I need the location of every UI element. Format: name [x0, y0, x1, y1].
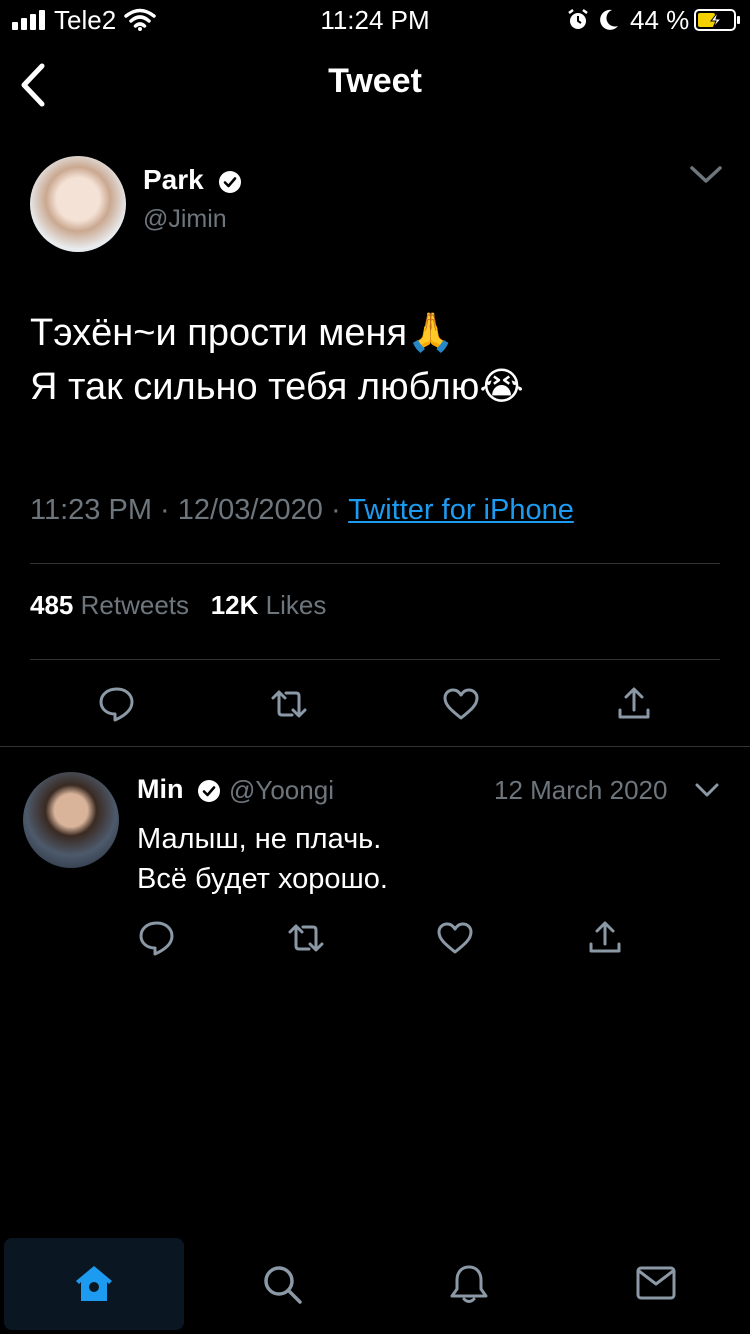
reply-text-line: Малыш, не плачь.: [137, 823, 382, 855]
tab-bar: [0, 1238, 750, 1334]
chevron-down-icon[interactable]: [694, 779, 720, 801]
tweet-stats: 485 Retweets 12K Likes: [30, 590, 326, 621]
meta-separator: ·: [330, 494, 349, 526]
author-name[interactable]: Park: [143, 164, 242, 196]
search-icon[interactable]: [260, 1262, 304, 1306]
reply-text-line: Всё будет хорошо.: [137, 863, 388, 895]
tweet-actions: [0, 684, 750, 724]
avatar[interactable]: [30, 156, 126, 252]
moon-icon: [600, 9, 618, 30]
reply-icon[interactable]: [137, 918, 177, 958]
tweet-text: Тэхён~и прости меня🙏 Я так сильно тебя л…: [30, 306, 720, 414]
section-divider: [0, 746, 750, 747]
status-bar: Tele2 11:24 PM 44 %: [0, 0, 750, 40]
messages-icon[interactable]: [634, 1264, 678, 1304]
battery-icon: [694, 9, 740, 31]
meta-separator: ·: [160, 494, 178, 526]
likes-stat[interactable]: 12K Likes: [211, 590, 327, 620]
share-icon[interactable]: [614, 684, 654, 724]
like-icon[interactable]: [435, 918, 475, 958]
author-name-text[interactable]: Park: [143, 164, 204, 195]
tweet-meta: 11:23 PM · 12/03/2020 · Twitter for iPho…: [30, 494, 574, 527]
verified-icon: [198, 779, 221, 802]
tweet-date: 12/03/2020: [177, 494, 323, 526]
retweet-count: 485: [30, 590, 74, 620]
alarm-icon: [568, 9, 588, 29]
reply-icon[interactable]: [97, 684, 137, 724]
tweet-text-line: Я так сильно тебя люблю😭: [30, 366, 524, 408]
share-icon[interactable]: [585, 918, 625, 958]
verified-icon: [218, 170, 241, 193]
divider: [30, 659, 720, 660]
like-label: Likes: [265, 590, 327, 620]
reply-text: Малыш, не плачь. Всё будет хорошо.: [137, 819, 388, 899]
chevron-down-icon[interactable]: [688, 160, 724, 188]
home-icon[interactable]: [72, 1262, 116, 1306]
reply-author-handle[interactable]: @Yoongi: [229, 775, 334, 806]
like-icon[interactable]: [441, 684, 481, 724]
reply-avatar[interactable]: [23, 772, 119, 868]
reply-date: 12 March 2020: [494, 775, 668, 805]
retweets-stat[interactable]: 485 Retweets: [30, 590, 189, 620]
retweet-icon[interactable]: [286, 918, 326, 958]
divider: [30, 563, 720, 564]
page-title: Tweet: [328, 62, 422, 100]
author-handle[interactable]: @Jimin: [143, 205, 227, 234]
like-count: 12K: [210, 590, 259, 620]
notifications-icon[interactable]: [447, 1262, 491, 1306]
tweet-text-line: Тэхён~и прости меня🙏: [30, 312, 455, 354]
reply-actions: [0, 918, 750, 958]
reply-author-name-text[interactable]: Min: [137, 774, 184, 804]
retweet-icon[interactable]: [269, 684, 309, 724]
tweet-time: 11:23 PM: [30, 494, 152, 526]
tweet-source-link[interactable]: Twitter for iPhone: [348, 494, 574, 526]
reply-author-name[interactable]: Min: [137, 774, 221, 805]
retweet-label: Retweets: [80, 590, 190, 620]
battery-percent: 44 %: [630, 5, 690, 35]
